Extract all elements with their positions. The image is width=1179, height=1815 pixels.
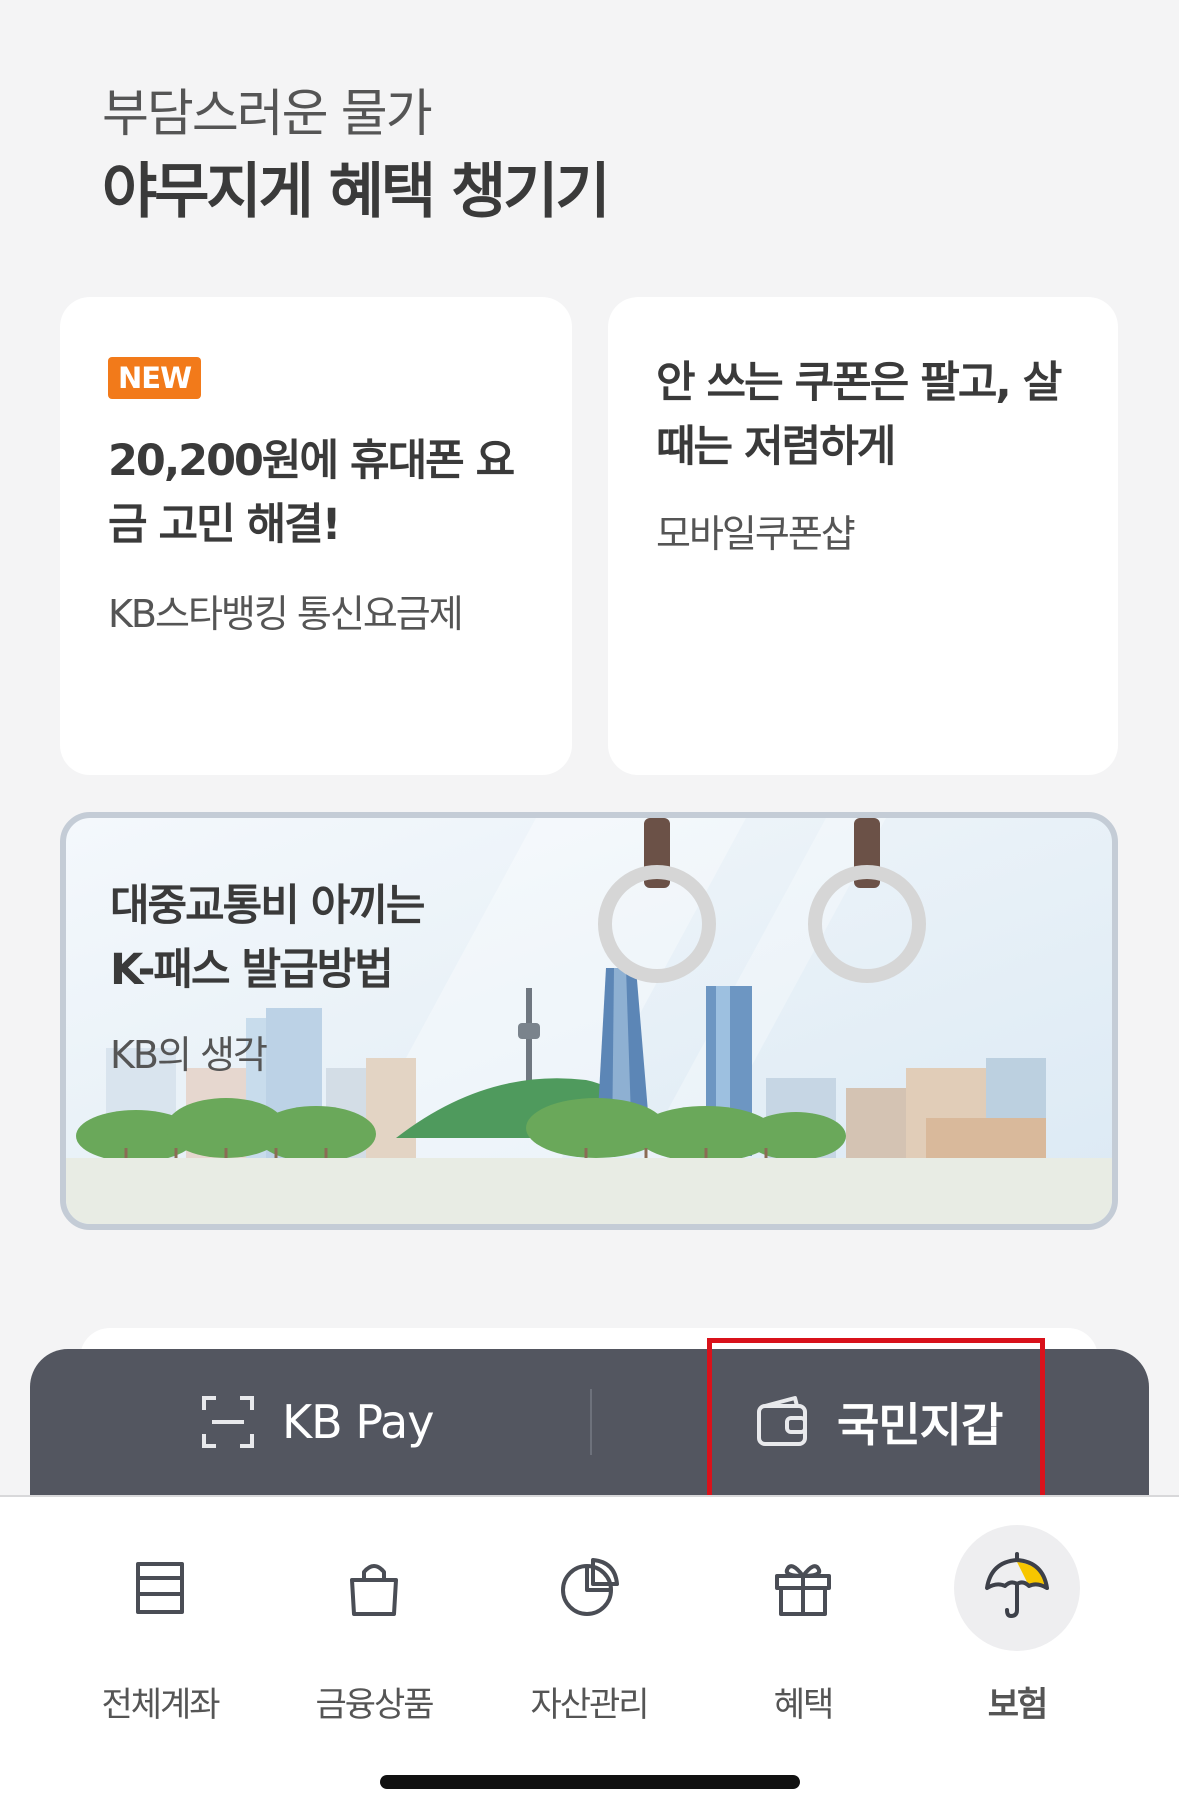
tab-all-accounts[interactable]: 전체계좌: [70, 1525, 250, 1726]
tab-label: 자산관리: [530, 1685, 649, 1725]
tab-icon-wrap: [97, 1525, 223, 1651]
k-pass-banner[interactable]: 대중교통비 아끼는 K-패스 발급방법 KB의 생각: [60, 812, 1118, 1230]
tab-icon-wrap: [311, 1525, 437, 1651]
banner-title-line2: K-패스 발급방법: [110, 945, 394, 995]
banner-title-line1: 대중교통비 아끼는: [110, 881, 425, 931]
kb-pay-label: KB Pay: [282, 1395, 434, 1449]
pay-divider: [590, 1389, 592, 1455]
headline: 부담스러운 물가 야무지게 혜택 챙기기: [102, 82, 611, 232]
card-title: 안 쓰는 쿠폰은 팔고, 살 때는 저렴하게: [656, 358, 1062, 472]
kb-pay-button[interactable]: KB Pay: [200, 1349, 434, 1495]
banner-description: KB의 생각: [110, 1033, 268, 1077]
promo-card-phone-plan[interactable]: NEW 20,200원에 휴대폰 요금 고민 해결! KB스타뱅킹 통신요금제: [60, 297, 572, 775]
home-indicator[interactable]: [380, 1775, 800, 1789]
headline-subtitle: 부담스러운 물가: [102, 85, 433, 144]
umbrella-icon: [985, 1552, 1049, 1618]
screen: 부담스러운 물가 야무지게 혜택 챙기기 NEW 20,200원에 휴대폰 요금…: [0, 0, 1179, 1815]
scan-icon: [202, 1396, 254, 1448]
tab-icon-wrap: [954, 1525, 1080, 1651]
banner-title: 대중교통비 아끼는 K-패스 발급방법: [110, 874, 425, 1002]
tab-insurance[interactable]: 보험: [927, 1525, 1107, 1726]
tab-label: 혜택: [773, 1685, 835, 1725]
tab-financial-products[interactable]: 금융상품: [284, 1525, 464, 1726]
tab-icon-wrap: [526, 1525, 652, 1651]
bottom-tab-bar: 전체계좌 금융상품 자산관리 혜택 보험: [0, 1495, 1179, 1815]
tab-asset-management[interactable]: 자산관리: [499, 1525, 679, 1726]
gift-icon: [775, 1564, 831, 1616]
account-card-icon: [136, 1562, 184, 1614]
card-title: 20,200원에 휴대폰 요금 고민 해결!: [108, 436, 515, 550]
tab-label: 전체계좌: [101, 1685, 220, 1725]
tab-label: 금융상품: [315, 1685, 434, 1725]
pie-chart-icon: [561, 1558, 619, 1616]
promo-card-coupon-shop[interactable]: 안 쓰는 쿠폰은 팔고, 살 때는 저렴하게 모바일쿠폰샵: [608, 297, 1118, 775]
card-description: KB스타뱅킹 통신요금제: [108, 592, 464, 636]
tab-label: 보험: [987, 1685, 1049, 1725]
tab-benefits[interactable]: 혜택: [713, 1525, 893, 1726]
tab-icon-wrap: [740, 1525, 866, 1651]
new-badge: NEW: [108, 357, 202, 399]
shopping-bag-icon: [350, 1564, 398, 1616]
highlight-box: [707, 1338, 1045, 1506]
card-description: 모바일쿠폰샵: [656, 512, 856, 556]
headline-title: 야무지게 혜택 챙기기: [102, 157, 611, 227]
